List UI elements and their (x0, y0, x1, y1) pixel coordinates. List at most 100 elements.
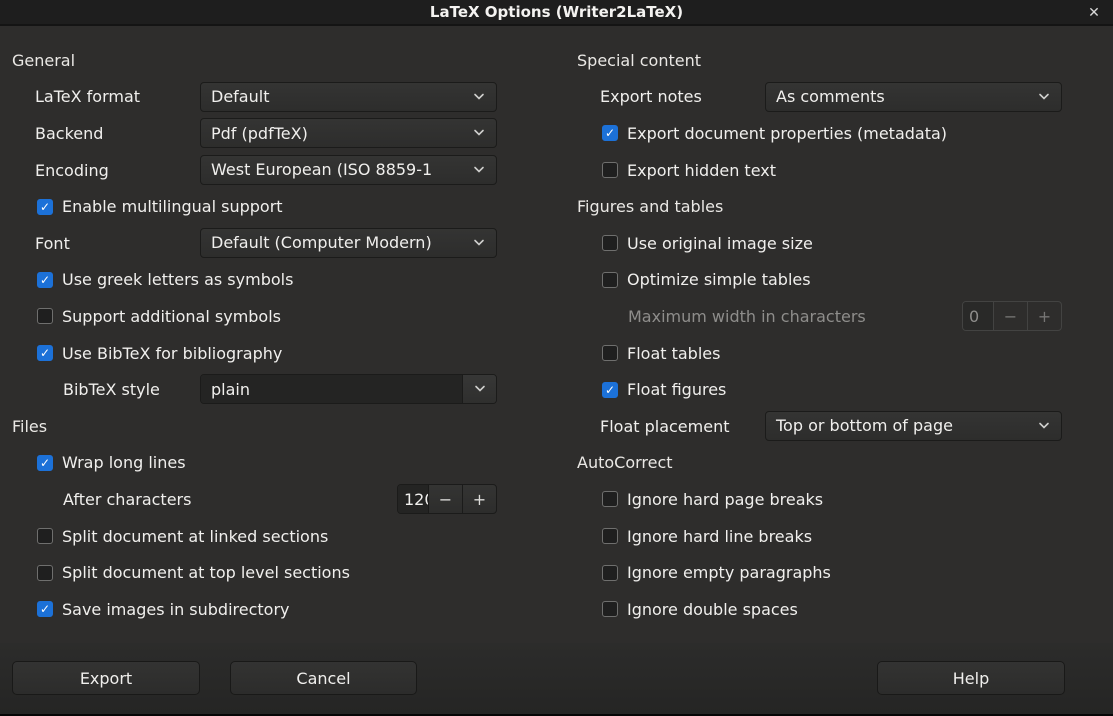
encoding-dropdown[interactable]: West European (ISO 8859-1 (200, 155, 497, 185)
ignore-empty-paragraphs-label[interactable]: Ignore empty paragraphs (627, 563, 831, 582)
save-images-label[interactable]: Save images in subdirectory (62, 600, 290, 619)
encoding-row: Encoding West European (ISO 8859-1 (0, 152, 556, 189)
wrap-long-lines-row: ✓ Wrap long lines (0, 445, 556, 482)
backend-row: Backend Pdf (pdfTeX) (0, 115, 556, 152)
export-button[interactable]: Export (12, 661, 200, 695)
after-characters-spinner: 120 − + (397, 484, 497, 514)
export-hidden-text-label[interactable]: Export hidden text (627, 161, 776, 180)
split-linked-label[interactable]: Split document at linked sections (62, 527, 328, 546)
ignore-line-breaks-row: ✓ Ignore hard line breaks (565, 518, 1113, 555)
split-top-level-label[interactable]: Split document at top level sections (62, 563, 350, 582)
save-images-row: ✓ Save images in subdirectory (0, 591, 556, 628)
float-figures-row: ✓ Float figures (565, 371, 1113, 408)
float-figures-label[interactable]: Float figures (627, 380, 726, 399)
use-bibtex-checkbox[interactable]: ✓ (37, 345, 53, 361)
ignore-double-spaces-checkbox[interactable]: ✓ (602, 601, 618, 617)
increment-button[interactable]: + (462, 485, 496, 513)
export-doc-props-label[interactable]: Export document properties (metadata) (627, 124, 947, 143)
latex-format-dropdown[interactable]: Default (200, 82, 497, 112)
chevron-down-icon (462, 83, 496, 111)
decrement-button: − (993, 302, 1027, 330)
ignore-double-spaces-label[interactable]: Ignore double spaces (627, 600, 798, 619)
after-characters-input[interactable]: 120 (398, 485, 428, 513)
checkmark-icon: ✓ (40, 274, 50, 286)
float-tables-checkbox[interactable]: ✓ (602, 345, 618, 361)
close-button[interactable]: ✕ (1083, 0, 1105, 26)
original-image-size-checkbox[interactable]: ✓ (602, 235, 618, 251)
after-characters-label: After characters (63, 490, 191, 509)
checkmark-icon: ✓ (605, 384, 615, 396)
wrap-long-lines-label[interactable]: Wrap long lines (62, 453, 186, 472)
font-row: Font Default (Computer Modern) (0, 225, 556, 262)
export-doc-props-row: ✓ Export document properties (metadata) (565, 115, 1113, 152)
additional-symbols-label[interactable]: Support additional symbols (62, 307, 281, 326)
export-notes-row: Export notes As comments (565, 79, 1113, 116)
checkmark-icon: ✓ (40, 603, 50, 615)
backend-dropdown[interactable]: Pdf (pdfTeX) (200, 118, 497, 148)
wrap-long-lines-checkbox[interactable]: ✓ (37, 455, 53, 471)
ignore-page-breaks-row: ✓ Ignore hard page breaks (565, 481, 1113, 518)
section-general: General (0, 42, 556, 79)
greek-letters-label[interactable]: Use greek letters as symbols (62, 270, 293, 289)
backend-label: Backend (35, 124, 103, 143)
latex-format-value: Default (201, 87, 462, 106)
ignore-line-breaks-label[interactable]: Ignore hard line breaks (627, 527, 812, 546)
bibtex-style-value[interactable]: plain (201, 375, 462, 403)
section-header: Figures and tables (565, 197, 723, 216)
help-button[interactable]: Help (877, 661, 1065, 695)
bibtex-style-combobox[interactable]: plain (200, 374, 497, 404)
split-top-level-checkbox[interactable]: ✓ (37, 565, 53, 581)
float-placement-dropdown[interactable]: Top or bottom of page (765, 411, 1062, 441)
max-width-spinner: 0 − + (962, 301, 1062, 331)
float-placement-value: Top or bottom of page (766, 416, 1027, 435)
left-column: General LaTeX format Default Backend Pdf… (0, 26, 556, 628)
additional-symbols-checkbox[interactable]: ✓ (37, 308, 53, 324)
multilingual-row: ✓ Enable multilingual support (0, 188, 556, 225)
font-value: Default (Computer Modern) (201, 233, 462, 252)
checkmark-icon: ✓ (40, 457, 50, 469)
decrement-button[interactable]: − (428, 485, 462, 513)
section-special-content: Special content (565, 42, 1113, 79)
ignore-line-breaks-checkbox[interactable]: ✓ (602, 528, 618, 544)
original-image-size-row: ✓ Use original image size (565, 225, 1113, 262)
optimize-tables-checkbox[interactable]: ✓ (602, 272, 618, 288)
export-notes-dropdown[interactable]: As comments (765, 82, 1062, 112)
split-linked-checkbox[interactable]: ✓ (37, 528, 53, 544)
greek-letters-row: ✓ Use greek letters as symbols (0, 262, 556, 299)
section-header: AutoCorrect (565, 453, 673, 472)
multilingual-checkbox[interactable]: ✓ (37, 199, 53, 215)
after-characters-row: After characters 120 − + (0, 481, 556, 518)
chevron-down-icon[interactable] (462, 375, 496, 403)
use-bibtex-label[interactable]: Use BibTeX for bibliography (62, 344, 282, 363)
ignore-empty-paragraphs-checkbox[interactable]: ✓ (602, 565, 618, 581)
latex-options-dialog: LaTeX Options (Writer2LaTeX) ✕ General L… (0, 0, 1113, 716)
max-width-input: 0 (963, 302, 993, 330)
titlebar[interactable]: LaTeX Options (Writer2LaTeX) ✕ (0, 0, 1113, 26)
ignore-double-spaces-row: ✓ Ignore double spaces (565, 591, 1113, 628)
encoding-value: West European (ISO 8859-1 (201, 160, 462, 179)
chevron-down-icon (1027, 83, 1061, 111)
multilingual-label[interactable]: Enable multilingual support (62, 197, 283, 216)
checkmark-icon: ✓ (605, 127, 615, 139)
split-linked-row: ✓ Split document at linked sections (0, 518, 556, 555)
optimize-tables-row: ✓ Optimize simple tables (565, 262, 1113, 299)
chevron-down-icon (462, 156, 496, 184)
original-image-size-label[interactable]: Use original image size (627, 234, 813, 253)
export-doc-props-checkbox[interactable]: ✓ (602, 125, 618, 141)
float-tables-label[interactable]: Float tables (627, 344, 720, 363)
ignore-page-breaks-checkbox[interactable]: ✓ (602, 491, 618, 507)
greek-letters-checkbox[interactable]: ✓ (37, 272, 53, 288)
float-figures-checkbox[interactable]: ✓ (602, 382, 618, 398)
export-hidden-text-checkbox[interactable]: ✓ (602, 162, 618, 178)
ignore-page-breaks-label[interactable]: Ignore hard page breaks (627, 490, 823, 509)
use-bibtex-row: ✓ Use BibTeX for bibliography (0, 335, 556, 372)
bibtex-style-label: BibTeX style (63, 380, 160, 399)
optimize-tables-label[interactable]: Optimize simple tables (627, 270, 811, 289)
font-dropdown[interactable]: Default (Computer Modern) (200, 228, 497, 258)
dialog-title: LaTeX Options (Writer2LaTeX) (430, 3, 683, 21)
close-icon: ✕ (1088, 5, 1100, 21)
bibtex-style-row: BibTeX style plain (0, 371, 556, 408)
cancel-button[interactable]: Cancel (230, 661, 417, 695)
save-images-checkbox[interactable]: ✓ (37, 601, 53, 617)
float-placement-label: Float placement (600, 417, 730, 436)
